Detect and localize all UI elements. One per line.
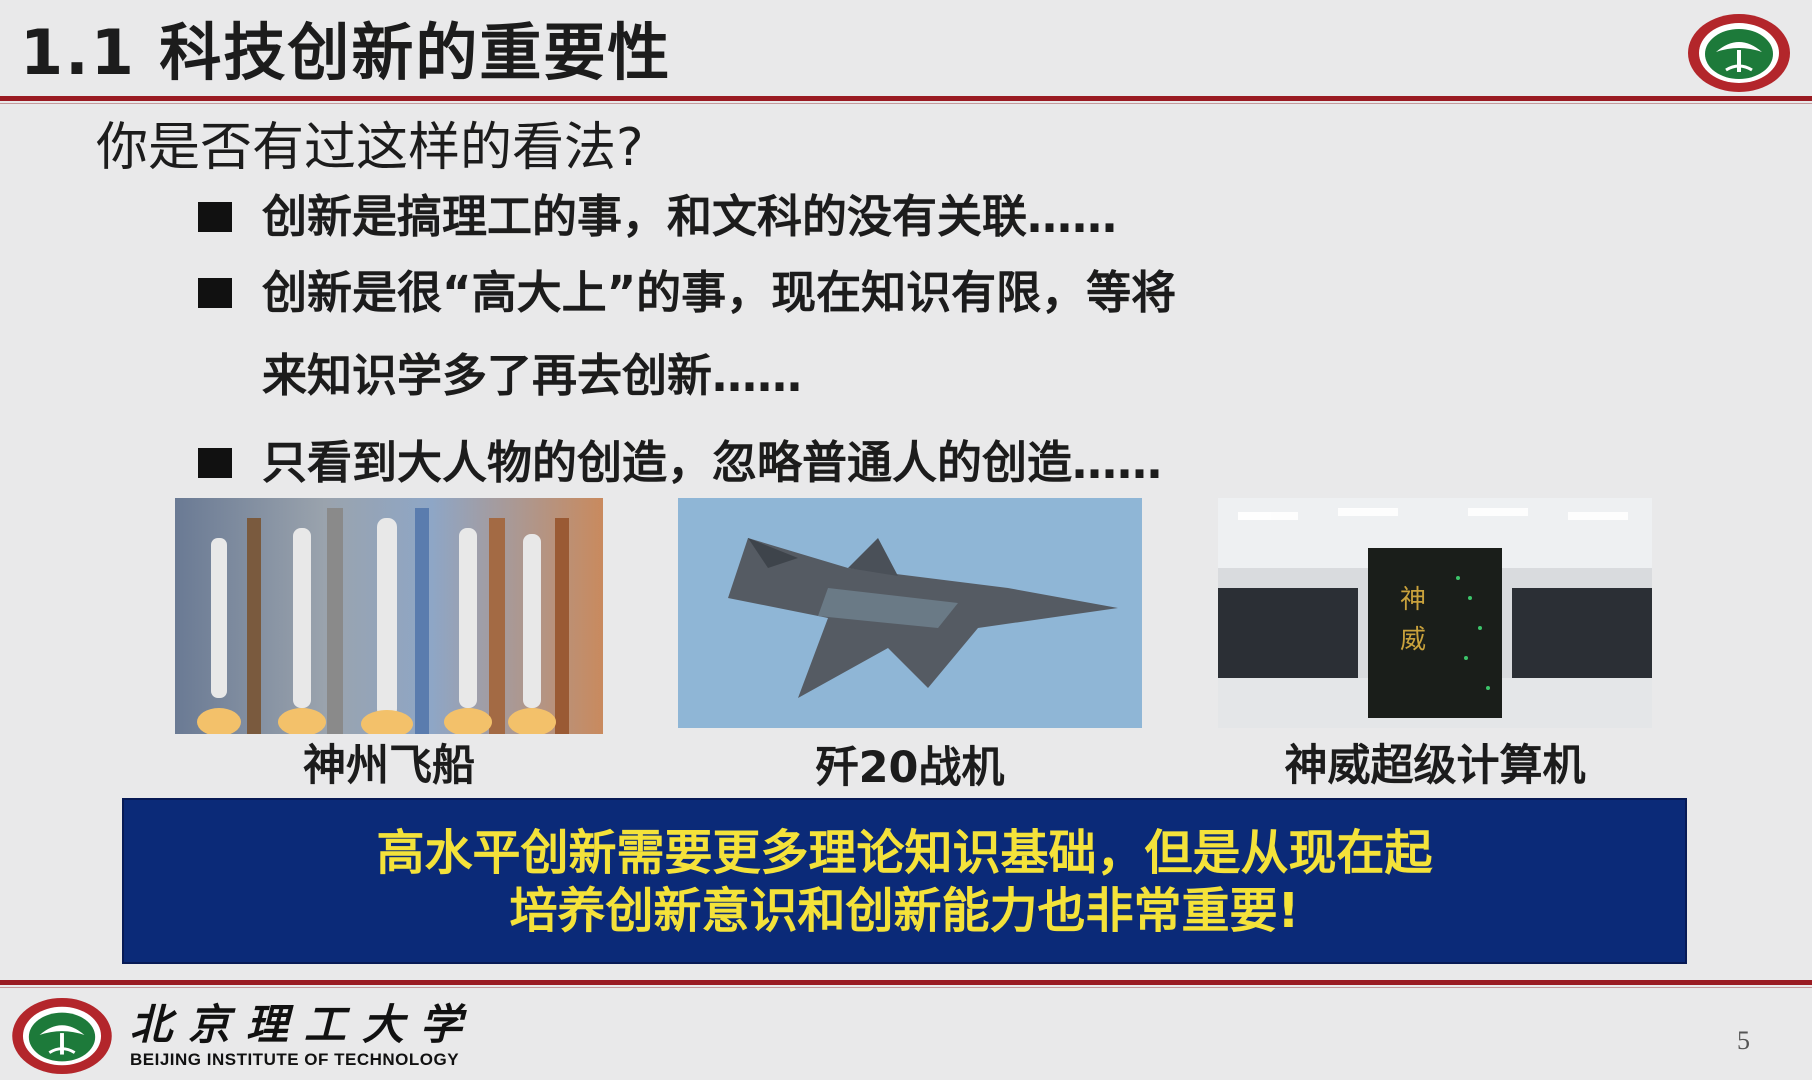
school-emblem-icon xyxy=(12,997,112,1075)
question-heading: 你是否有过这样的看法? xyxy=(96,118,644,178)
slide-title: 1.1 科技创新的重要性 xyxy=(20,16,672,89)
school-emblem-icon xyxy=(1688,14,1790,92)
school-logo-top xyxy=(1686,12,1792,94)
bullet-square-icon xyxy=(198,448,232,478)
page-number: 5 xyxy=(1737,1026,1750,1055)
bullet-item-2: 创新是很“高大上”的事，现在知识有限，等将 xyxy=(262,266,1177,319)
photo-caption-jet: 歼20战机 xyxy=(815,743,1005,793)
bullet-item-3: 只看到大人物的创造，忽略普通人的创造…… xyxy=(262,436,1163,489)
key-message-line-2: 培养创新意识和创新能力也非常重要! xyxy=(509,883,1300,939)
bullet-square-icon xyxy=(198,278,232,308)
school-logo-bottom xyxy=(10,996,114,1076)
bullet-item-1: 创新是搞理工的事，和文科的没有关联…… xyxy=(262,190,1118,243)
footer-divider xyxy=(0,980,1812,985)
school-name-english: BEIJING INSTITUTE OF TECHNOLOGY xyxy=(130,1050,460,1069)
header-divider-thin xyxy=(0,103,1812,104)
fighter-jet-photo xyxy=(678,498,1142,728)
bullet-item-2-continued: 来知识学多了再去创新…… xyxy=(262,349,803,402)
school-name-chinese: 北京理工大学 xyxy=(130,1000,479,1049)
supercomputer-photo: 神 威 xyxy=(1218,498,1652,728)
photo-caption-supercomputer: 神威超级计算机 xyxy=(1284,741,1586,791)
photo-caption-rocket: 神州飞船 xyxy=(303,741,475,791)
rocket-photo xyxy=(175,498,603,734)
header-divider xyxy=(0,96,1812,101)
supercomputer-label-2: 威 xyxy=(1400,625,1426,655)
supercomputer-label-1: 神 xyxy=(1400,585,1426,615)
key-message-line-1: 高水平创新需要更多理论知识基础，但是从现在起 xyxy=(376,825,1433,881)
bullet-square-icon xyxy=(198,202,232,232)
footer-divider-thin xyxy=(0,987,1812,988)
key-message-box: 高水平创新需要更多理论知识基础，但是从现在起 培养创新意识和创新能力也非常重要! xyxy=(122,798,1687,964)
